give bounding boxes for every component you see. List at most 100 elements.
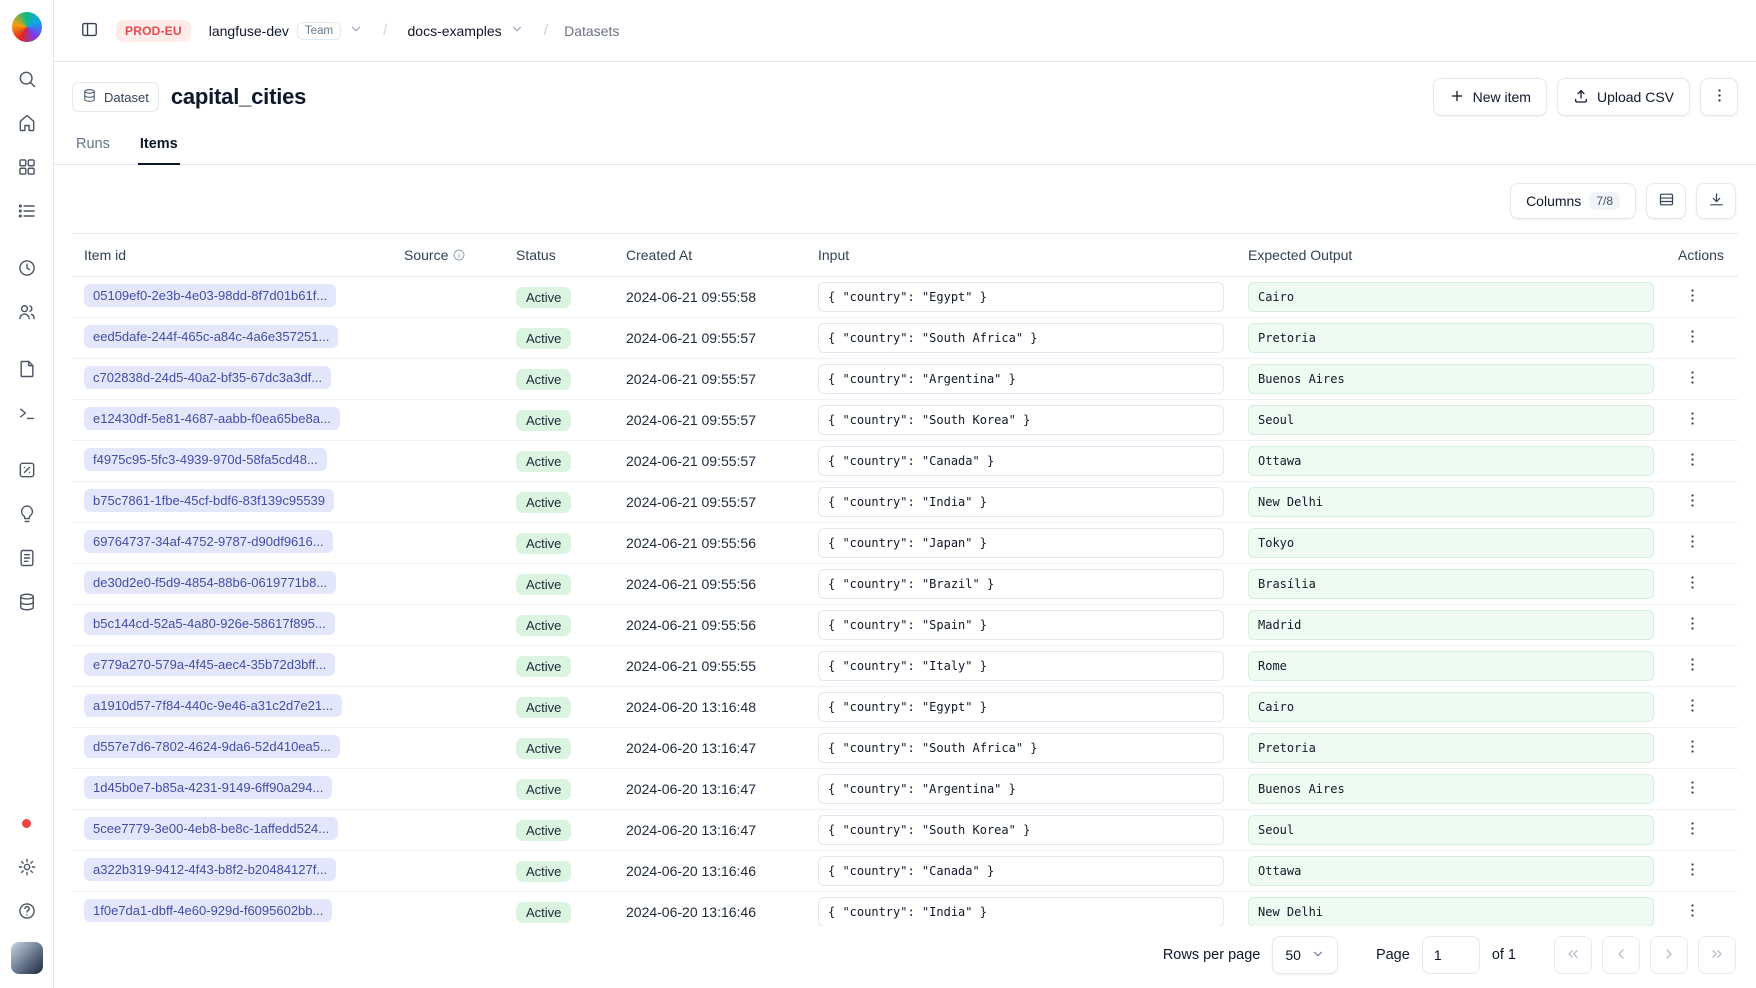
project-name: docs-examples bbox=[408, 23, 502, 39]
kebab-icon bbox=[1684, 738, 1701, 758]
row-actions-button[interactable] bbox=[1678, 529, 1706, 557]
expected-output-cell: Buenos Aires bbox=[1248, 774, 1654, 804]
sidebar-item-tracing[interactable] bbox=[8, 193, 46, 231]
kebab-icon bbox=[1684, 902, 1701, 922]
item-id-pill[interactable]: de30d2e0-f5d9-4854-88b6-0619771b8... bbox=[84, 571, 336, 594]
sidebar-item-users[interactable] bbox=[8, 294, 46, 332]
first-page-button[interactable] bbox=[1554, 936, 1592, 974]
table-row[interactable]: 1d45b0e7-b85a-4231-9149-6ff90a294... Act… bbox=[72, 769, 1738, 810]
row-height-button[interactable] bbox=[1646, 183, 1686, 219]
columns-button[interactable]: Columns 7/8 bbox=[1510, 183, 1636, 219]
status-badge: Active bbox=[516, 492, 571, 513]
help-button[interactable] bbox=[8, 893, 46, 931]
table-row[interactable]: a322b319-9412-4f43-b8f2-b20484127f... Ac… bbox=[72, 851, 1738, 892]
row-actions-button[interactable] bbox=[1678, 611, 1706, 639]
row-actions-button[interactable] bbox=[1678, 898, 1706, 926]
row-actions-button[interactable] bbox=[1678, 693, 1706, 721]
row-actions-button[interactable] bbox=[1678, 857, 1706, 885]
item-id-pill[interactable]: b5c144cd-52a5-4a80-926e-58617f895... bbox=[84, 612, 335, 635]
table-row[interactable]: e779a270-579a-4f45-aec4-35b72d3bff... Ac… bbox=[72, 646, 1738, 687]
item-id-pill[interactable]: 05109ef0-2e3b-4e03-98dd-8f7d01b61f... bbox=[84, 284, 336, 307]
next-page-button[interactable] bbox=[1650, 936, 1688, 974]
previous-page-button[interactable] bbox=[1602, 936, 1640, 974]
row-actions-button[interactable] bbox=[1678, 406, 1706, 434]
tab-items[interactable]: Items bbox=[138, 128, 180, 165]
header-source: Source bbox=[392, 234, 504, 277]
gear-icon bbox=[17, 857, 37, 880]
item-id-pill[interactable]: b75c7861-1fbe-45cf-bdf6-83f139c95539 bbox=[84, 489, 334, 512]
table-row[interactable]: d557e7d6-7802-4624-9da6-52d410ea5... Act… bbox=[72, 728, 1738, 769]
item-id-pill[interactable]: f4975c95-5fc3-4939-970d-58fa5cd48... bbox=[84, 448, 327, 471]
row-actions-button[interactable] bbox=[1678, 447, 1706, 475]
page-more-actions-button[interactable] bbox=[1700, 78, 1738, 116]
upload-csv-button[interactable]: Upload CSV bbox=[1557, 78, 1690, 116]
table-row[interactable]: a1910d57-7f84-440c-9e46-a31c2d7e21... Ac… bbox=[72, 687, 1738, 728]
table-row[interactable]: 5cee7779-3e00-4eb8-be8c-1affedd524... Ac… bbox=[72, 810, 1738, 851]
item-id-pill[interactable]: d557e7d6-7802-4624-9da6-52d410ea5... bbox=[84, 735, 340, 758]
sidebar-toggle-button[interactable] bbox=[72, 14, 106, 48]
project-switcher[interactable]: docs-examples bbox=[400, 16, 532, 45]
sidebar-item-annotations[interactable] bbox=[8, 496, 46, 534]
settings-button[interactable] bbox=[8, 849, 46, 887]
sidebar-item-evals[interactable] bbox=[8, 452, 46, 490]
row-actions-button[interactable] bbox=[1678, 488, 1706, 516]
table-row[interactable]: eed5dafe-244f-465c-a84c-4a6e357251... Ac… bbox=[72, 318, 1738, 359]
sidebar-item-datasets[interactable] bbox=[8, 584, 46, 622]
table-row[interactable]: c702838d-24d5-40a2-bf35-67dc3a3df... Act… bbox=[72, 359, 1738, 400]
new-item-button[interactable]: New item bbox=[1433, 78, 1547, 116]
sidebar-item-search[interactable] bbox=[8, 61, 46, 99]
page-title: capital_cities bbox=[171, 84, 306, 110]
item-id-pill[interactable]: eed5dafe-244f-465c-a84c-4a6e357251... bbox=[84, 325, 338, 348]
info-icon[interactable] bbox=[448, 247, 466, 263]
input-cell: { "country": "Canada" } bbox=[818, 446, 1224, 476]
table-row[interactable]: de30d2e0-f5d9-4854-88b6-0619771b8... Act… bbox=[72, 564, 1738, 605]
row-actions-button[interactable] bbox=[1678, 283, 1706, 311]
source-cell bbox=[392, 318, 504, 359]
item-id-pill[interactable]: 1f0e7da1-dbff-4e60-929d-f6095602bb... bbox=[84, 899, 332, 922]
row-actions-button[interactable] bbox=[1678, 652, 1706, 680]
item-id-pill[interactable]: 69764737-34af-4752-9787-d90df9616... bbox=[84, 530, 333, 553]
sidebar-item-playground[interactable] bbox=[8, 395, 46, 433]
item-id-pill[interactable]: a1910d57-7f84-440c-9e46-a31c2d7e21... bbox=[84, 694, 342, 717]
user-avatar[interactable] bbox=[11, 942, 43, 974]
expected-output-cell: Pretoria bbox=[1248, 733, 1654, 763]
tab-runs[interactable]: Runs bbox=[74, 128, 112, 165]
export-button[interactable] bbox=[1696, 183, 1736, 219]
users-icon bbox=[17, 302, 37, 325]
row-actions-button[interactable] bbox=[1678, 570, 1706, 598]
page-number-input[interactable] bbox=[1422, 936, 1480, 974]
row-actions-button[interactable] bbox=[1678, 734, 1706, 762]
table-row[interactable]: b75c7861-1fbe-45cf-bdf6-83f139c95539 Act… bbox=[72, 482, 1738, 523]
table-row[interactable]: 05109ef0-2e3b-4e03-98dd-8f7d01b61f... Ac… bbox=[72, 277, 1738, 318]
row-actions-button[interactable] bbox=[1678, 816, 1706, 844]
item-id-pill[interactable]: 1d45b0e7-b85a-4231-9149-6ff90a294... bbox=[84, 776, 332, 799]
kebab-icon bbox=[1684, 656, 1701, 676]
row-actions-button[interactable] bbox=[1678, 365, 1706, 393]
table-body: 05109ef0-2e3b-4e03-98dd-8f7d01b61f... Ac… bbox=[72, 277, 1738, 927]
header-input: Input bbox=[806, 234, 1236, 277]
last-page-button[interactable] bbox=[1698, 936, 1736, 974]
sidebar-item-prompts[interactable] bbox=[8, 351, 46, 389]
item-id-pill[interactable]: 5cee7779-3e00-4eb8-be8c-1affedd524... bbox=[84, 817, 338, 840]
table-row[interactable]: f4975c95-5fc3-4939-970d-58fa5cd48... Act… bbox=[72, 441, 1738, 482]
table-row[interactable]: 69764737-34af-4752-9787-d90df9616... Act… bbox=[72, 523, 1738, 564]
item-id-pill[interactable]: e779a270-579a-4f45-aec4-35b72d3bff... bbox=[84, 653, 335, 676]
status-badge: Active bbox=[516, 738, 571, 759]
row-actions-button[interactable] bbox=[1678, 324, 1706, 352]
table-row[interactable]: b5c144cd-52a5-4a80-926e-58617f895... Act… bbox=[72, 605, 1738, 646]
org-switcher[interactable]: langfuse-dev Team bbox=[201, 16, 371, 46]
sidebar-item-dashboards[interactable] bbox=[8, 149, 46, 187]
sidebar-item-experiments[interactable] bbox=[8, 540, 46, 578]
item-id-pill[interactable]: a322b319-9412-4f43-b8f2-b20484127f... bbox=[84, 858, 336, 881]
sidebar-item-sessions[interactable] bbox=[8, 250, 46, 288]
row-actions-button[interactable] bbox=[1678, 775, 1706, 803]
rows-per-page-select[interactable]: 50 bbox=[1272, 936, 1338, 974]
sidebar-item-home[interactable] bbox=[8, 105, 46, 143]
expected-output-cell: Buenos Aires bbox=[1248, 364, 1654, 394]
item-id-pill[interactable]: c702838d-24d5-40a2-bf35-67dc3a3df... bbox=[84, 366, 331, 389]
table-row[interactable]: 1f0e7da1-dbff-4e60-929d-f6095602bb... Ac… bbox=[72, 892, 1738, 927]
expected-output-cell: Tokyo bbox=[1248, 528, 1654, 558]
langfuse-logo[interactable] bbox=[12, 12, 42, 42]
table-row[interactable]: e12430df-5e81-4687-aabb-f0ea65be8a... Ac… bbox=[72, 400, 1738, 441]
item-id-pill[interactable]: e12430df-5e81-4687-aabb-f0ea65be8a... bbox=[84, 407, 340, 430]
